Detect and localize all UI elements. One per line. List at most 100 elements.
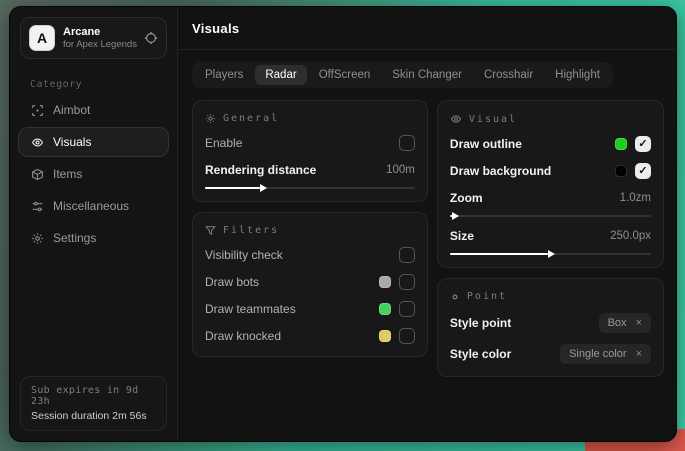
row-zoom: Zoom 1.0zm [450, 190, 651, 206]
app-meta: Arcane for Apex Legends [63, 26, 136, 51]
funnel-icon [205, 225, 216, 236]
size-slider[interactable] [450, 253, 651, 255]
sidebar-item-label: Settings [53, 231, 96, 245]
sidebar-item-settings[interactable]: Settings [18, 223, 169, 253]
session-duration-text: Session duration 2m 56s [31, 410, 156, 422]
row-style-point: Style point Box × [450, 313, 651, 333]
slider-thumb[interactable] [260, 184, 267, 192]
sidebar-item-label: Miscellaneous [53, 199, 129, 213]
style-color-chip[interactable]: Single color × [560, 344, 651, 364]
row-draw-background: Draw background ✓ [450, 163, 651, 179]
page-title: Visuals [192, 21, 239, 36]
app-header-card: A Arcane for Apex Legends [20, 17, 167, 59]
visibility-check-label: Visibility check [205, 248, 283, 262]
sidebar: A Arcane for Apex Legends Category [10, 7, 178, 441]
rendering-distance-slider[interactable] [205, 187, 415, 189]
eye-icon [450, 113, 462, 125]
zoom-value: 1.0zm [620, 192, 651, 204]
sun-gear-icon [205, 113, 216, 124]
row-size: Size 250.0px [450, 228, 651, 244]
draw-knocked-label: Draw knocked [205, 329, 281, 343]
visibility-check-checkbox[interactable]: ✓ [399, 247, 415, 263]
row-enable: Enable ✓ [205, 135, 415, 151]
sidebar-nav: Aimbot Visuals Items [10, 94, 177, 254]
style-color-value: Single color [569, 348, 626, 360]
close-icon[interactable]: × [636, 318, 642, 329]
panel-point-title: Point [467, 291, 507, 302]
tab-label: Radar [265, 69, 296, 81]
style-point-chip[interactable]: Box × [599, 313, 651, 333]
row-draw-outline: Draw outline ✓ [450, 136, 651, 152]
sub-expires-text: Sub expires in 9d 23h [31, 385, 156, 407]
app-window: A Arcane for Apex Legends Category [9, 6, 677, 442]
draw-outline-checkbox[interactable]: ✓ [635, 136, 651, 152]
draw-background-checkbox[interactable]: ✓ [635, 163, 651, 179]
panel-visual: Visual Draw outline ✓ Draw background [437, 100, 664, 268]
app-name: Arcane [63, 26, 136, 39]
zoom-slider[interactable] [450, 215, 651, 217]
draw-teammates-checkbox[interactable]: ✓ [399, 301, 415, 317]
tab-label: Crosshair [484, 69, 533, 81]
draw-bots-color-swatch[interactable] [379, 276, 391, 288]
panel-filters: Filters Visibility check ✓ Draw bots ✓ [192, 212, 428, 357]
tab-crosshair[interactable]: Crosshair [474, 65, 543, 85]
draw-bots-checkbox[interactable]: ✓ [399, 274, 415, 290]
row-rendering-distance: Rendering distance 100m [205, 162, 415, 178]
aimbot-icon [31, 104, 44, 117]
sidebar-item-aimbot[interactable]: Aimbot [18, 95, 169, 125]
sidebar-item-miscellaneous[interactable]: Miscellaneous [18, 191, 169, 221]
sidebar-item-label: Items [53, 167, 82, 181]
enable-checkbox[interactable]: ✓ [399, 135, 415, 151]
main-header: Visuals [178, 7, 676, 50]
app-subtitle: for Apex Legends [63, 39, 136, 51]
panel-general-title: General [223, 113, 279, 124]
tab-radar[interactable]: Radar [255, 65, 306, 85]
app-logo: A [29, 25, 55, 51]
row-visibility-check: Visibility check ✓ [205, 247, 415, 263]
draw-outline-color-swatch[interactable] [615, 138, 627, 150]
rendering-distance-label: Rendering distance [205, 163, 316, 177]
draw-background-color-swatch[interactable] [615, 165, 627, 177]
main-area: Visuals Players Radar OffScreen Skin Cha… [178, 7, 676, 441]
slider-thumb[interactable] [548, 250, 555, 258]
row-style-color: Style color Single color × [450, 344, 651, 364]
close-icon[interactable]: × [636, 349, 642, 360]
tab-highlight[interactable]: Highlight [545, 65, 610, 85]
slider-thumb[interactable] [452, 212, 459, 220]
sidebar-item-items[interactable]: Items [18, 159, 169, 189]
panel-general: General Enable ✓ Rendering distance 100m [192, 100, 428, 202]
enable-label: Enable [205, 136, 242, 150]
style-point-value: Box [608, 317, 627, 329]
target-icon[interactable] [144, 31, 158, 45]
draw-teammates-color-swatch[interactable] [379, 303, 391, 315]
tab-players[interactable]: Players [195, 65, 253, 85]
style-point-label: Style point [450, 316, 511, 330]
zoom-label: Zoom [450, 191, 483, 205]
row-draw-knocked: Draw knocked ✓ [205, 328, 415, 344]
row-draw-teammates: Draw teammates ✓ [205, 301, 415, 317]
tab-offscreen[interactable]: OffScreen [309, 65, 381, 85]
sidebar-item-label: Aimbot [53, 103, 90, 117]
tab-label: OffScreen [319, 69, 371, 81]
row-draw-bots: Draw bots ✓ [205, 274, 415, 290]
sliders-icon [31, 200, 44, 213]
category-label: Category [30, 79, 177, 90]
point-dot-icon [450, 292, 460, 302]
tab-label: Highlight [555, 69, 600, 81]
tab-skin-changer[interactable]: Skin Changer [382, 65, 472, 85]
draw-bots-label: Draw bots [205, 275, 259, 289]
sidebar-item-visuals[interactable]: Visuals [18, 127, 169, 157]
sidebar-item-label: Visuals [53, 135, 91, 149]
draw-background-label: Draw background [450, 164, 551, 178]
size-label: Size [450, 229, 474, 243]
draw-knocked-checkbox[interactable]: ✓ [399, 328, 415, 344]
gear-icon [31, 232, 44, 245]
box-icon [31, 168, 44, 181]
draw-knocked-color-swatch[interactable] [379, 330, 391, 342]
tab-label: Players [205, 69, 243, 81]
style-color-label: Style color [450, 347, 511, 361]
draw-outline-label: Draw outline [450, 137, 522, 151]
subscription-info-card: Sub expires in 9d 23h Session duration 2… [20, 376, 167, 431]
eye-scan-icon [31, 136, 44, 149]
tab-label: Skin Changer [392, 69, 462, 81]
